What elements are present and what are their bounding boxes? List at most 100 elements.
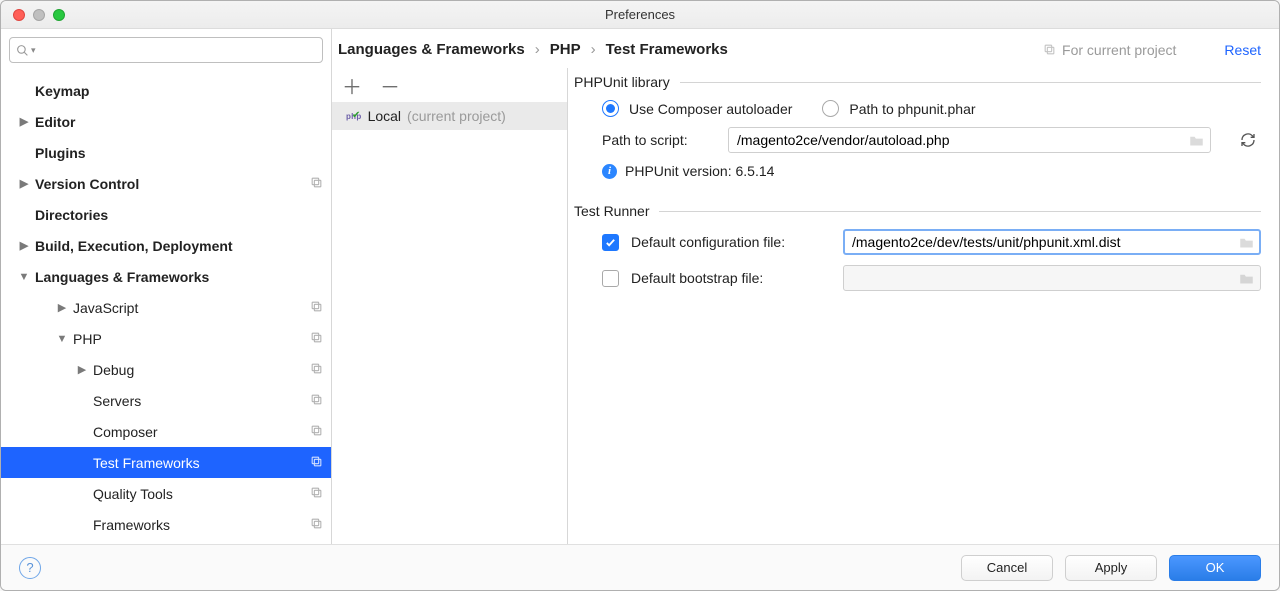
phpunit-version-label: PHPUnit version: 6.5.14	[625, 163, 774, 179]
tree-item-javascript[interactable]: ▶ JavaScript	[1, 292, 331, 323]
copy-icon	[1043, 43, 1056, 56]
tree-arrow-icon: ▼	[55, 333, 69, 345]
tree-item-build-execution-deployment[interactable]: ▶ Build, Execution, Deployment	[1, 230, 331, 261]
config-item-sublabel: (current project)	[407, 108, 506, 124]
tree-arrow-icon: ▶	[75, 363, 89, 376]
project-scope-icon	[310, 393, 323, 409]
breadcrumb-item[interactable]: Languages & Frameworks	[338, 41, 525, 58]
checkbox-default-config-file[interactable]	[602, 234, 619, 251]
reset-link[interactable]: Reset	[1224, 42, 1261, 58]
sidebar: ▾ Keymap ▶ Editor Plugins ▶ Version Control Di…	[1, 29, 331, 544]
tree-arrow-icon: ▶	[17, 239, 31, 252]
footer: ? Cancel Apply OK	[1, 544, 1279, 590]
radio-label: Use Composer autoloader	[629, 101, 792, 117]
browse-folder-icon	[1239, 272, 1254, 285]
default-config-file-label: Default configuration file:	[631, 234, 831, 250]
project-scope-icon	[310, 455, 323, 471]
content-header: Languages & Frameworks › PHP › Test Fram…	[332, 29, 1279, 68]
tree-item-test-frameworks[interactable]: Test Frameworks	[1, 447, 331, 478]
path-to-script-input-wrapper[interactable]	[728, 127, 1211, 153]
path-to-script-label: Path to script:	[602, 132, 712, 148]
remove-config-button[interactable]: －	[380, 71, 400, 100]
tree-item-languages-frameworks[interactable]: ▼ Languages & Frameworks	[1, 261, 331, 292]
path-to-script-input[interactable]	[735, 131, 1183, 149]
tree-item-debug[interactable]: ▶ Debug	[1, 354, 331, 385]
tree-item-quality-tools[interactable]: Quality Tools	[1, 478, 331, 509]
breadcrumb-item[interactable]: PHP	[550, 41, 581, 58]
config-list-toolbar: ＋ －	[332, 68, 567, 102]
default-bootstrap-file-input-wrapper	[843, 265, 1261, 291]
group-title-runner: Test Runner	[574, 203, 649, 219]
project-scope-badge: For current project	[1043, 42, 1176, 58]
tree-item-label: Test Frameworks	[93, 455, 310, 471]
breadcrumb-item: Test Frameworks	[606, 41, 728, 58]
checkbox-default-bootstrap-file[interactable]	[602, 270, 619, 287]
tree-item-label: Debug	[93, 362, 310, 378]
titlebar: Preferences	[1, 1, 1279, 29]
tree-item-composer[interactable]: Composer	[1, 416, 331, 447]
tree-item-label: Languages & Frameworks	[35, 269, 323, 285]
search-input[interactable]	[40, 42, 316, 59]
project-scope-icon	[310, 424, 323, 440]
tree-item-editor[interactable]: ▶ Editor	[1, 106, 331, 137]
tree-item-label: Keymap	[35, 83, 323, 99]
project-scope-icon	[310, 176, 323, 192]
default-config-file-input[interactable]	[850, 233, 1233, 251]
browse-folder-icon[interactable]	[1189, 134, 1204, 147]
chevron-right-icon: ›	[535, 41, 540, 58]
tree-arrow-icon: ▼	[17, 271, 31, 283]
tree-item-keymap[interactable]: Keymap	[1, 75, 331, 106]
project-scope-label: For current project	[1062, 42, 1176, 58]
project-scope-icon	[310, 362, 323, 378]
default-config-file-input-wrapper[interactable]	[843, 229, 1261, 255]
tree-item-label: Build, Execution, Deployment	[35, 238, 323, 254]
tree-item-frameworks[interactable]: Frameworks	[1, 509, 331, 540]
tree-item-version-control[interactable]: ▶ Version Control	[1, 168, 331, 199]
default-bootstrap-file-input	[850, 269, 1233, 287]
tree-arrow-icon: ▶	[55, 301, 69, 314]
window-title: Preferences	[1, 7, 1279, 22]
tree-arrow-icon: ▶	[17, 115, 31, 128]
radio-use-composer-autoloader[interactable]: Use Composer autoloader	[602, 100, 792, 117]
tree-item-label: Quality Tools	[93, 486, 310, 502]
project-scope-icon	[310, 486, 323, 502]
tree-item-label: Editor	[35, 114, 323, 130]
tree-item-label: JavaScript	[73, 300, 310, 316]
search-icon	[16, 44, 29, 57]
config-list-item-local[interactable]: ✔ php Local (current project)	[332, 102, 567, 130]
reload-version-button[interactable]	[1235, 127, 1261, 153]
breadcrumbs: Languages & Frameworks › PHP › Test Fram…	[338, 41, 1035, 58]
tree-item-label: Servers	[93, 393, 310, 409]
tree-item-label: Plugins	[35, 145, 323, 161]
browse-folder-icon[interactable]	[1239, 236, 1254, 249]
apply-button[interactable]: Apply	[1065, 555, 1157, 581]
add-config-button[interactable]: ＋	[342, 71, 362, 100]
preferences-window: Preferences ▾ Keymap ▶ Editor Plugins ▶ Versi…	[0, 0, 1280, 591]
radio-label: Path to phpunit.phar	[849, 101, 975, 117]
cancel-button[interactable]: Cancel	[961, 555, 1053, 581]
php-icon: ✔ php	[346, 112, 362, 121]
tree-item-php[interactable]: ▼PHP	[1, 323, 331, 354]
tree-item-label: Directories	[35, 207, 323, 223]
tree-arrow-icon: ▶	[17, 177, 31, 190]
ok-button[interactable]: OK	[1169, 555, 1261, 581]
tree-item-servers[interactable]: Servers	[1, 385, 331, 416]
tree-item-label: Version Control	[35, 176, 310, 192]
search-input-wrapper[interactable]: ▾	[9, 37, 323, 63]
project-scope-icon	[310, 331, 323, 347]
search-history-caret-icon[interactable]: ▾	[31, 45, 36, 56]
tree-item-label: Frameworks	[93, 517, 310, 533]
project-scope-icon	[310, 517, 323, 533]
group-title-library: PHPUnit library	[574, 74, 670, 90]
help-button[interactable]: ?	[19, 557, 41, 579]
chevron-right-icon: ›	[591, 41, 596, 58]
tree-item-directories[interactable]: Directories	[1, 199, 331, 230]
tree-item-plugins[interactable]: Plugins	[1, 137, 331, 168]
tree-item-label: Composer	[93, 424, 310, 440]
radio-path-to-phar[interactable]: Path to phpunit.phar	[822, 100, 975, 117]
default-bootstrap-file-label: Default bootstrap file:	[631, 270, 831, 286]
settings-tree: Keymap ▶ Editor Plugins ▶ Version Control Dire…	[1, 71, 331, 544]
config-item-label: Local	[368, 108, 401, 124]
project-scope-icon	[310, 300, 323, 316]
info-icon: i	[602, 164, 617, 179]
